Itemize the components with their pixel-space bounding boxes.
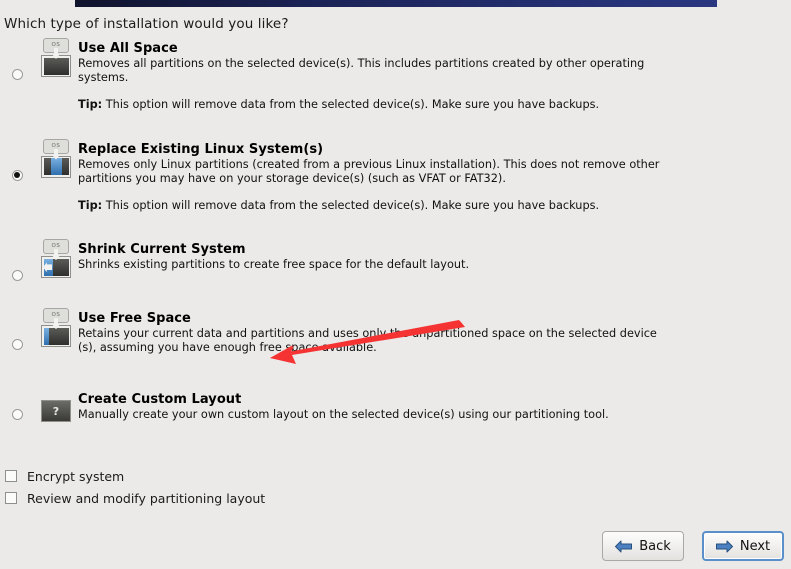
radio-cell[interactable] (0, 139, 34, 181)
checkbox-row-review-modify-partitioning[interactable]: Review and modify partitioning layout (5, 487, 265, 509)
radio-cell[interactable] (0, 239, 34, 282)
next-button-label: Next (739, 538, 771, 554)
back-button-label: Back (639, 538, 671, 554)
radio-cell[interactable] (0, 308, 34, 351)
radio-use-free-space[interactable] (11, 339, 23, 351)
checkbox-review-modify-partitioning[interactable] (5, 492, 17, 504)
disk-free-space-icon: OS (41, 308, 71, 348)
tip-label: Tip: (78, 98, 103, 112)
option-title: Create Custom Layout (78, 391, 242, 407)
tip-text: This option will remove data from the se… (105, 199, 600, 213)
option-title: Use All Space (78, 41, 178, 56)
checkbox-row-encrypt-system[interactable]: Encrypt system (5, 465, 265, 487)
option-description: Removes only Linux partitions (created f… (78, 157, 660, 185)
disk-shrink-icon: OS (41, 239, 71, 279)
radio-cell[interactable] (0, 38, 34, 80)
option-description: Removes all partitions on the selected d… (78, 57, 645, 85)
header-accent-bar (75, 0, 717, 7)
page-title: Which type of installation would you lik… (4, 16, 289, 32)
radio-replace-existing-linux[interactable] (11, 169, 23, 181)
radio-create-custom-layout[interactable] (11, 408, 23, 420)
option-text: Shrink Current System Shrinks existing p… (78, 239, 791, 272)
option-shrink-current-system[interactable]: OS Shrink Current System Shrinks existin… (0, 239, 791, 282)
radio-use-all-space[interactable] (11, 69, 23, 80)
icon-cell: ? (34, 389, 78, 422)
checkbox-label-encrypt-system: Encrypt system (27, 468, 125, 484)
option-title: Use Free Space (78, 311, 191, 327)
option-title: Shrink Current System (78, 242, 246, 258)
options-checkbox-group: Encrypt system Review and modify partiti… (5, 465, 265, 509)
tip-text: This option will remove data from the se… (105, 98, 600, 112)
option-use-all-space[interactable]: OS Use All Space Removes all partitions … (0, 38, 791, 113)
option-use-free-space[interactable]: OS Use Free Space Retains your current d… (0, 308, 791, 355)
option-create-custom-layout[interactable]: ? Create Custom Layout Manually create y… (0, 389, 791, 422)
option-description: Retains your current data and partitions… (78, 327, 657, 355)
arrow-left-icon (615, 540, 633, 552)
checkbox-encrypt-system[interactable] (5, 470, 17, 482)
disk-question-icon: ? (41, 399, 71, 422)
option-text: Replace Existing Linux System(s) Removes… (78, 139, 791, 214)
icon-cell: OS (34, 239, 78, 279)
option-text: Use All Space Removes all partitions on … (78, 38, 791, 113)
icon-cell: OS (34, 38, 78, 77)
disk-replace-linux-icon: OS (41, 138, 71, 178)
back-button[interactable]: Back (602, 531, 684, 561)
next-button[interactable]: Next (702, 531, 784, 561)
installation-type-options: OS Use All Space Removes all partitions … (0, 38, 791, 422)
arrow-right-icon (715, 540, 733, 552)
option-title: Replace Existing Linux System(s) (78, 141, 324, 157)
option-text: Create Custom Layout Manually create you… (78, 389, 791, 422)
dialog-button-bar: Back Next (602, 531, 784, 561)
icon-cell: OS (34, 138, 78, 178)
option-description: Shrinks existing partitions to create fr… (78, 258, 470, 272)
option-tip: Tip: This option will remove data from t… (78, 199, 701, 213)
option-replace-existing-linux[interactable]: OS Replace Existing Linux System(s) Remo… (0, 138, 791, 214)
radio-cell[interactable] (0, 389, 34, 420)
radio-shrink-current-system[interactable] (11, 270, 23, 282)
option-tip: Tip: This option will remove data from t… (78, 98, 701, 112)
question-mark-label: ? (41, 399, 71, 422)
icon-cell: OS (34, 308, 78, 348)
tip-label: Tip: (78, 199, 103, 213)
option-text: Use Free Space Retains your current data… (78, 308, 791, 355)
disk-full-overwrite-icon: OS (41, 38, 71, 77)
checkbox-label-review-modify-partitioning: Review and modify partitioning layout (27, 490, 266, 506)
option-description: Manually create your own custom layout o… (78, 407, 609, 421)
